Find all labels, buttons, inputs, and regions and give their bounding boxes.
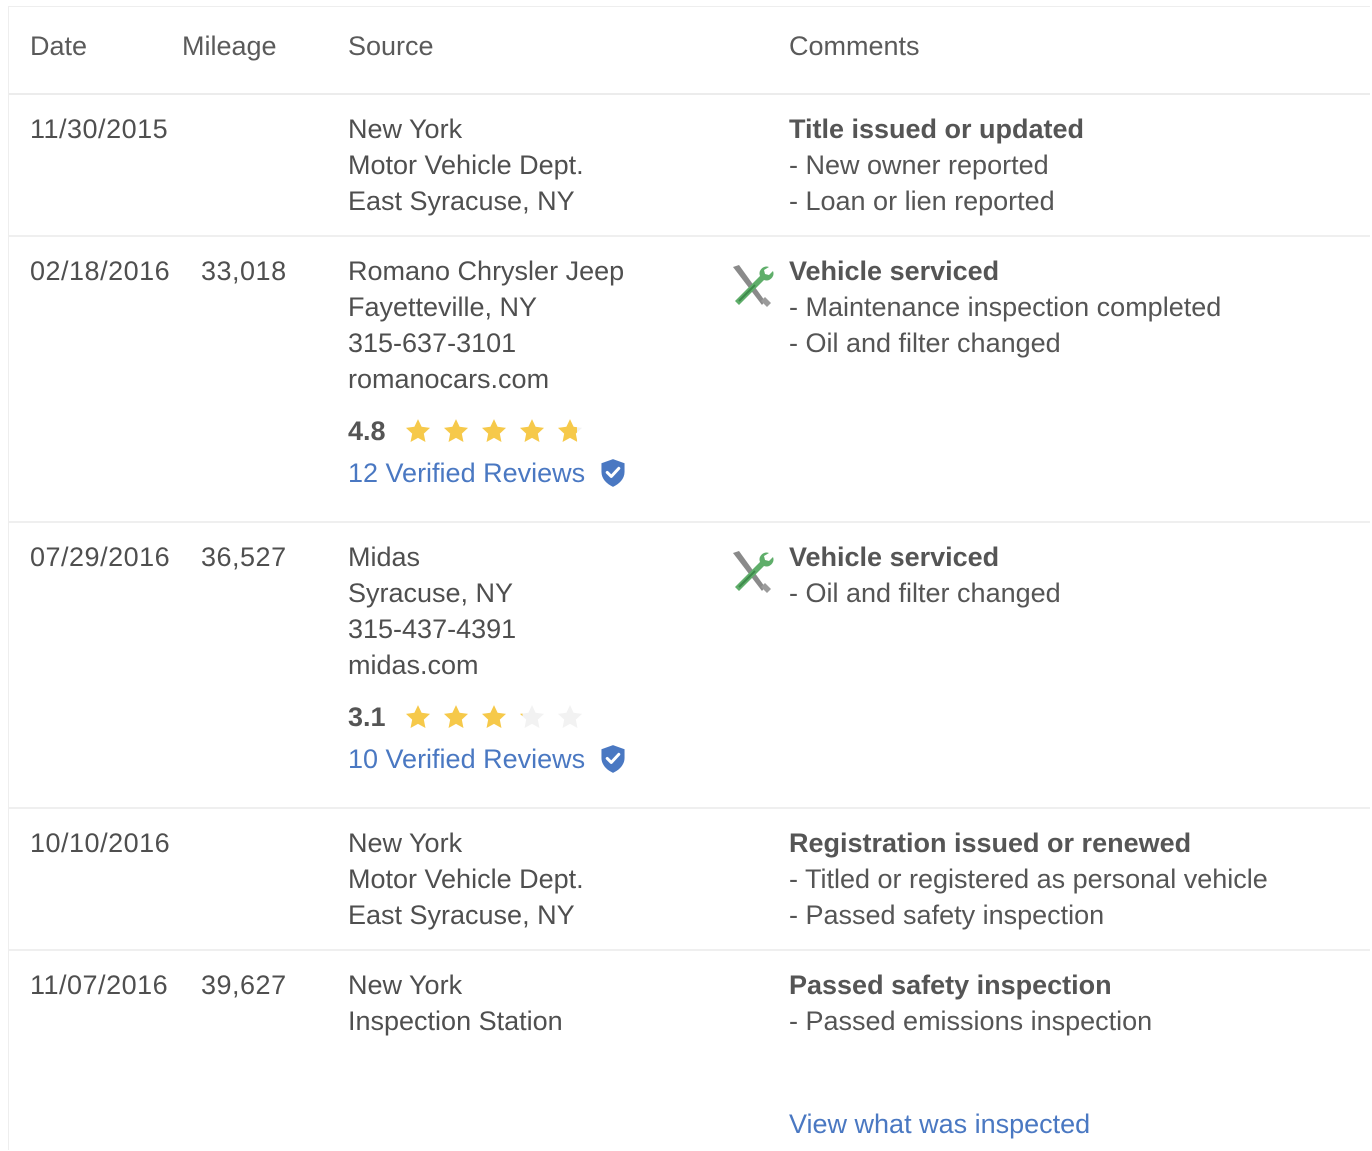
- record-source: New York Inspection Station: [348, 967, 563, 1039]
- source-line: midas.com: [348, 650, 479, 680]
- star-icon: [443, 419, 469, 442]
- star-icon: [405, 705, 431, 728]
- star-icon: [481, 419, 507, 442]
- source-line: Motor Vehicle Dept.: [348, 150, 584, 180]
- source-line: New York: [348, 970, 463, 1000]
- table-row: 07/29/2016 36,527 Midas Syracuse, NY 315-437…: [9, 523, 1370, 809]
- source-line: Motor Vehicle Dept.: [348, 864, 584, 894]
- comment-detail: - Titled or registered as personal vehic…: [789, 864, 1268, 894]
- header-comments: Comments: [789, 31, 920, 61]
- comment-detail: - New owner reported: [789, 150, 1049, 180]
- comment-title: Passed safety inspection: [789, 970, 1112, 1000]
- star-icon: [557, 419, 583, 442]
- table-row: 10/10/2016 New York Motor Vehicle Dept. Eas…: [9, 809, 1370, 951]
- comment-detail: - Oil and filter changed: [789, 328, 1061, 358]
- verified-shield-icon: [601, 459, 625, 487]
- comment-detail: - Passed safety inspection: [789, 900, 1105, 930]
- record-date: 11/30/2015: [30, 114, 169, 144]
- source-line: Midas: [348, 542, 421, 572]
- source-line: romanocars.com: [348, 364, 550, 394]
- comment-title: Vehicle serviced: [789, 256, 1000, 286]
- source-line: New York: [348, 114, 463, 144]
- source-line: 315-437-4391: [348, 614, 517, 644]
- rating-value: 4.8: [348, 416, 386, 446]
- record-source: New York Motor Vehicle Dept. East Syracuse…: [348, 111, 584, 219]
- record-source: Midas Syracuse, NY 315-437-4391 midas.com 3.…: [348, 539, 627, 777]
- star-rating: [404, 417, 584, 445]
- record-source: New York Motor Vehicle Dept. East Syracuse…: [348, 825, 584, 933]
- comment-detail: - Passed emissions inspection: [789, 1006, 1153, 1036]
- star-icon: [519, 419, 545, 442]
- tools-icon: [725, 261, 777, 313]
- comment-title: Vehicle serviced: [789, 542, 1000, 572]
- record-comments: Passed safety inspection - Passed emissio…: [789, 967, 1152, 1039]
- verified-reviews: 10 Verified Reviews: [348, 741, 627, 777]
- star-icon: [481, 705, 507, 728]
- star-rating: [404, 703, 584, 731]
- verified-shield-icon: [601, 745, 625, 773]
- record-comments: Registration issued or renewed - Titled o…: [789, 825, 1268, 933]
- view-inspection-link[interactable]: View what was inspected: [789, 1109, 1090, 1140]
- source-line: Inspection Station: [348, 1006, 563, 1036]
- source-line: East Syracuse, NY: [348, 186, 575, 216]
- table-row: 02/18/2016 33,018 Romano Chrysler Jeep Faye…: [9, 237, 1370, 523]
- source-line: East Syracuse, NY: [348, 900, 575, 930]
- verified-reviews-link[interactable]: 10 Verified Reviews: [348, 741, 585, 777]
- record-date: 02/18/2016: [30, 256, 171, 286]
- record-mileage: 36,527: [201, 542, 287, 572]
- record-mileage: 39,627: [201, 970, 287, 1000]
- source-line: 315-637-3101: [348, 328, 517, 358]
- vehicle-history-table: Date Mileage Source Comments 11/30/2015 N…: [8, 6, 1370, 1150]
- rating: 4.8: [348, 413, 627, 449]
- star-icon: [557, 705, 583, 728]
- star-icon: [443, 705, 469, 728]
- table-row: 11/07/2016 39,627 New York Inspection Stati…: [9, 951, 1370, 1151]
- record-mileage: 33,018: [201, 256, 287, 286]
- verified-reviews: 12 Verified Reviews: [348, 455, 627, 491]
- comment-detail: - Maintenance inspection completed: [789, 292, 1222, 322]
- tools-icon: [725, 547, 777, 599]
- comment-detail: - Oil and filter changed: [789, 578, 1061, 608]
- rating: 3.1: [348, 699, 627, 735]
- record-comments: Title issued or updated - New owner repor…: [789, 111, 1084, 219]
- comment-title: Registration issued or renewed: [789, 828, 1192, 858]
- star-icon: [519, 705, 545, 728]
- record-date: 07/29/2016: [30, 542, 171, 572]
- header-source: Source: [348, 31, 434, 61]
- verified-reviews-link[interactable]: 12 Verified Reviews: [348, 455, 585, 491]
- table-row: 11/30/2015 New York Motor Vehicle Dept. Eas…: [9, 95, 1370, 237]
- star-icon: [405, 419, 431, 442]
- source-line: Fayetteville, NY: [348, 292, 538, 322]
- table-header: Date Mileage Source Comments: [9, 7, 1370, 95]
- header-date: Date: [30, 31, 88, 61]
- record-date: 10/10/2016: [30, 828, 171, 858]
- comment-detail: - Loan or lien reported: [789, 186, 1055, 216]
- header-mileage: Mileage: [182, 31, 277, 61]
- rating-value: 3.1: [348, 702, 386, 732]
- record-source: Romano Chrysler Jeep Fayetteville, NY 315-…: [348, 253, 627, 491]
- record-date: 11/07/2016: [30, 970, 169, 1000]
- record-comments: Vehicle serviced - Maintenance inspection…: [789, 253, 1221, 361]
- source-line: Romano Chrysler Jeep: [348, 256, 625, 286]
- source-line: Syracuse, NY: [348, 578, 514, 608]
- comment-title: Title issued or updated: [789, 114, 1085, 144]
- source-line: New York: [348, 828, 463, 858]
- record-comments: Vehicle serviced - Oil and filter changed: [789, 539, 1061, 611]
